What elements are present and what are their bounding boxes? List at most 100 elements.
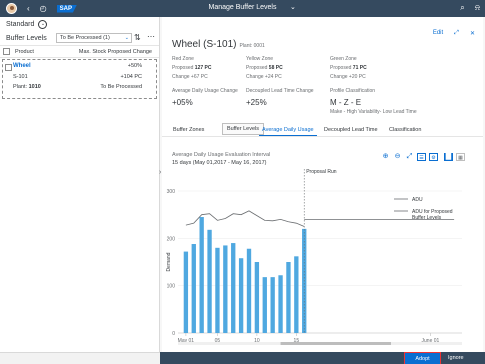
- y-tick-label: 300: [167, 189, 176, 195]
- plant-label: Plant:: [13, 84, 28, 90]
- adopt-button[interactable]: Adopt: [404, 352, 441, 364]
- tab-classification[interactable]: Classification: [386, 125, 424, 135]
- material-id: S-101: [13, 74, 28, 80]
- variant-selector[interactable]: Standard ⌄: [0, 17, 159, 31]
- chart-panel: › Average Daily Usage Evaluation Interva…: [159, 145, 483, 352]
- status-filter-select[interactable]: To Be Processed (1) ⌄: [56, 33, 132, 43]
- yellow-zone-change: +24 PC: [264, 74, 282, 80]
- demand-bar: [207, 229, 212, 333]
- history-icon[interactable]: ◴: [40, 4, 47, 13]
- green-zone-change: +20 PC: [348, 74, 366, 80]
- adu-change-label: Average Daily Usage Change: [172, 88, 238, 94]
- plant-id: Plant: 0001: [239, 43, 265, 49]
- red-zone-change: +67 PC: [190, 74, 208, 80]
- plant-info: Plant: 1010: [13, 84, 41, 90]
- material-name: Wheel: [13, 63, 31, 69]
- quantity-change: +104 PC: [120, 74, 142, 80]
- ignore-button[interactable]: Ignore: [448, 355, 464, 361]
- demand-bar: [286, 262, 291, 333]
- status-filter-value: To Be Processed (1): [60, 35, 110, 41]
- tab-bar: Buffer Zones Buffer Levels Average Daily…: [162, 123, 483, 137]
- dlt-change-value: +25%: [246, 98, 267, 107]
- yellow-zone-change-label: Change: [246, 74, 264, 80]
- demand-bar: [231, 243, 236, 333]
- close-icon[interactable]: ✕: [470, 30, 475, 37]
- adu-chart: 0100200300DemandMay 01 05 10 15 June 01Propo…: [166, 169, 462, 345]
- chevron-down-icon[interactable]: ⌄: [38, 19, 48, 29]
- demand-bar: [262, 277, 267, 333]
- sort-icon[interactable]: ⇅: [134, 33, 141, 42]
- material-title: Wheel (S-101): [172, 39, 237, 50]
- back-icon[interactable]: ‹: [27, 4, 30, 13]
- legend-adu-label: ADU: [412, 197, 423, 203]
- list-title: Buffer Levels: [6, 34, 47, 42]
- chart-scrollbar-thumb[interactable]: [280, 342, 391, 345]
- red-zone: Red Zone Proposed 127 PC Change +67 PC: [172, 55, 211, 82]
- yellow-zone-proposed-label: Proposed: [246, 65, 268, 71]
- red-zone-proposed: 127 PC: [194, 65, 212, 71]
- header-actions: Edit ⤢ ✕: [433, 30, 475, 37]
- demand-bar: [223, 245, 228, 333]
- page-title: Wheel (S-101) Plant: 0001: [172, 39, 265, 50]
- expand-icon[interactable]: ⤢: [454, 30, 459, 37]
- column-header-change: Max. Stock Proposed Change: [78, 48, 152, 55]
- demand-bar: [254, 262, 260, 333]
- green-zone-title: Green Zone: [330, 56, 357, 62]
- tab-average-daily-usage[interactable]: Average Daily Usage: [259, 125, 317, 136]
- y-tick-label: 0: [172, 331, 175, 337]
- column-header-product: Product: [15, 48, 34, 55]
- y-axis-label: Demand: [166, 252, 172, 271]
- red-zone-title: Red Zone: [172, 56, 194, 62]
- green-zone-proposed: 71 PC: [352, 65, 367, 71]
- tab-decoupled-lead-time[interactable]: Decoupled Lead Time: [321, 125, 381, 135]
- tab-buffer-levels[interactable]: Buffer Levels: [222, 123, 265, 135]
- profile-value: M - Z - E: [330, 98, 362, 107]
- bell-icon[interactable]: ⍾: [475, 3, 480, 13]
- green-zone: Green Zone Proposed 71 PC Change +20 PC: [330, 55, 367, 82]
- shell-bar: ‹ ◴ SAP Manage Buffer Levels ⌄ ⌕ ⍾: [0, 0, 485, 17]
- detail-page: Wheel (S-101) Plant: 0001 Edit ⤢ ✕ Red Zo…: [159, 17, 483, 352]
- demand-bar: [246, 248, 252, 333]
- demand-bar: [278, 275, 283, 333]
- more-icon[interactable]: ⋯: [147, 32, 155, 41]
- adu-change-value: +05%: [172, 98, 193, 107]
- y-tick-label: 200: [167, 236, 176, 242]
- sap-logo[interactable]: SAP: [56, 4, 77, 13]
- avatar[interactable]: [6, 3, 17, 14]
- green-zone-change-label: Change: [330, 74, 348, 80]
- row-checkbox[interactable]: [5, 64, 12, 71]
- yellow-zone-title: Yellow Zone: [246, 56, 274, 62]
- demand-bar: [294, 256, 299, 333]
- variant-name: Standard: [6, 20, 35, 28]
- list-item[interactable]: Wheel +50% S-101 +104 PC Plant: 1010 To …: [2, 59, 157, 99]
- percent-change: +50%: [127, 63, 142, 69]
- y-tick-label: 100: [167, 284, 176, 290]
- status-text: To Be Processed: [100, 84, 142, 90]
- profile-label: Profile Classification: [330, 88, 376, 94]
- plant-value: 1010: [28, 84, 41, 90]
- profile-description: Make - High Variability- Low Lead Time: [330, 109, 417, 115]
- tab-buffer-zones[interactable]: Buffer Zones: [170, 125, 207, 135]
- select-all-checkbox[interactable]: [3, 48, 10, 55]
- red-zone-proposed-label: Proposed: [172, 65, 194, 71]
- edit-button[interactable]: Edit: [433, 30, 443, 37]
- yellow-zone-proposed: 58 PC: [268, 65, 283, 71]
- demand-bar: [270, 277, 275, 333]
- demand-bar: [199, 217, 204, 333]
- list-toolbar: Buffer Levels To Be Processed (1) ⌄ ⇅ ⋯: [0, 31, 159, 45]
- chevron-down-icon[interactable]: ⌄: [290, 3, 296, 11]
- list-header: Product Max. Stock Proposed Change: [0, 45, 159, 58]
- demand-bar: [238, 258, 244, 333]
- search-icon[interactable]: ⌕: [460, 3, 464, 13]
- demand-bar: [215, 247, 220, 333]
- collapse-icon[interactable]: ›: [159, 169, 161, 176]
- demand-bar: [191, 244, 196, 333]
- demand-bar: [183, 251, 189, 333]
- red-zone-change-label: Change: [172, 74, 190, 80]
- chevron-down-icon: ⌄: [124, 35, 129, 41]
- green-zone-proposed-label: Proposed: [330, 65, 352, 71]
- dlt-change-label: Decoupled Lead Time Change: [246, 88, 314, 94]
- footer-toolbar: Adopt Ignore: [160, 352, 485, 364]
- master-list: Standard ⌄ Buffer Levels To Be Processed…: [0, 17, 160, 352]
- master-footer: [0, 352, 160, 364]
